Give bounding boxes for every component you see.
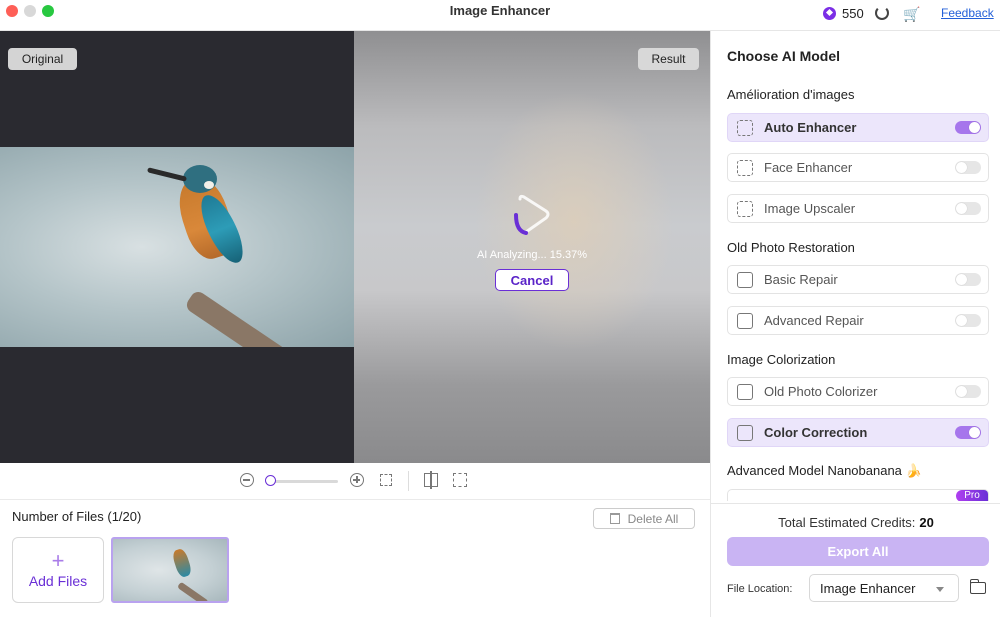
zoom-toolbar <box>0 463 710 500</box>
model-image-upscaler[interactable]: Image Upscaler <box>727 194 989 223</box>
model-label: Advanced Repair <box>764 313 864 328</box>
ai-analyzing-status: AI Analyzing... 15.37% <box>476 249 588 261</box>
credits-gem-icon <box>823 7 836 20</box>
result-label-button[interactable]: Result <box>638 48 699 70</box>
model-face-enhancer[interactable]: Face Enhancer <box>727 153 989 182</box>
zoom-in-icon[interactable] <box>350 473 364 487</box>
model-label: Face Enhancer <box>764 160 853 175</box>
chevron-down-icon <box>936 587 944 592</box>
model-old-photo-colorizer[interactable]: Old Photo Colorizer <box>727 377 989 406</box>
toggle-image-upscaler[interactable] <box>955 202 981 215</box>
toolbar-divider <box>408 471 409 491</box>
face-icon <box>737 159 753 176</box>
result-pane: Result AI Analyzing... 15.37% Cancel <box>354 31 710 463</box>
toggle-face-enhancer[interactable] <box>955 161 981 174</box>
branch-shape <box>183 288 313 347</box>
model-label: Auto Enhancer <box>764 120 857 135</box>
add-files-label: Add Files <box>28 572 88 589</box>
plus-icon: + <box>51 547 65 573</box>
estimated-credits: Total Estimated Credits: 20 <box>711 515 1000 530</box>
credits-display: 550 <box>823 6 864 21</box>
section-title-enhancement: Amélioration d'images <box>727 87 855 102</box>
section-title-restoration: Old Photo Restoration <box>727 240 855 255</box>
delete-all-button[interactable]: Delete All <box>593 508 695 529</box>
panel-footer: Total Estimated Credits: 20 Export All Fi… <box>711 503 1000 617</box>
zoom-slider-thumb[interactable] <box>265 475 276 486</box>
preview-area: Original Result AI Analyzing... 15.37% C… <box>0 31 710 463</box>
panel-title: Choose AI Model <box>727 48 841 64</box>
model-panel: Choose AI Model Amélioration d'images Au… <box>710 31 1000 617</box>
feedback-link[interactable]: Feedback <box>941 6 994 20</box>
split-view-icon[interactable] <box>424 471 438 489</box>
original-label-button[interactable]: Original <box>8 48 77 70</box>
toggle-basic-repair[interactable] <box>955 273 981 286</box>
thumbnail-bird-shape <box>171 547 193 579</box>
folder-icon[interactable] <box>969 579 986 594</box>
export-all-button[interactable]: Export All <box>727 537 989 566</box>
original-pane: Original <box>0 31 354 463</box>
bird-head-shape <box>183 165 217 193</box>
ai-loading-icon <box>514 194 550 235</box>
model-auto-enhancer[interactable]: Auto Enhancer <box>727 113 989 142</box>
file-location-value: Image Enhancer <box>820 580 916 596</box>
bird-cheek-shape <box>204 181 214 189</box>
credits-value: 20 <box>919 515 934 530</box>
model-color-correction[interactable]: Color Correction <box>727 418 989 447</box>
toggle-old-photo-colorizer[interactable] <box>955 385 981 398</box>
result-blur-glow <box>474 91 674 351</box>
auto-enhance-icon <box>737 119 753 136</box>
toggle-auto-enhancer[interactable] <box>955 121 981 134</box>
model-peek-row[interactable]: Pro <box>727 489 989 501</box>
title-bar: Image Enhancer 550 🛒 Feedback <box>0 0 1000 31</box>
section-title-nanobanana: Advanced Model Nanobanana 🍌 <box>727 463 922 478</box>
model-basic-repair[interactable]: Basic Repair <box>727 265 989 294</box>
refresh-icon[interactable] <box>875 6 889 20</box>
advanced-repair-icon <box>737 312 753 329</box>
delete-all-label: Delete All <box>627 511 679 526</box>
cart-icon[interactable]: 🛒 <box>903 6 920 23</box>
file-thumbnail[interactable] <box>111 537 229 603</box>
colorizer-icon <box>737 383 753 400</box>
color-correction-icon <box>737 424 753 441</box>
model-label: Image Upscaler <box>764 201 856 216</box>
model-advanced-repair[interactable]: Advanced Repair <box>727 306 989 335</box>
original-photo <box>0 147 354 347</box>
basic-repair-icon <box>737 271 753 288</box>
add-files-button[interactable]: + Add Files <box>12 537 104 603</box>
model-label: Old Photo Colorizer <box>764 384 878 399</box>
zoom-out-icon[interactable] <box>240 473 254 487</box>
model-label: Basic Repair <box>764 272 838 287</box>
file-location-label: File Location: <box>727 583 793 595</box>
file-location-select[interactable]: Image Enhancer <box>809 574 959 602</box>
file-count-label: Number of Files (1/20) <box>12 509 142 524</box>
credits-count: 550 <box>842 6 864 21</box>
bird-beak-shape <box>146 167 188 182</box>
section-title-colorization: Image Colorization <box>727 352 836 367</box>
thumbnail-branch-shape <box>176 581 209 601</box>
cancel-button[interactable]: Cancel <box>495 269 569 291</box>
credits-label: Total Estimated Credits: <box>778 515 916 530</box>
toggle-advanced-repair[interactable] <box>955 314 981 327</box>
side-by-side-icon[interactable] <box>453 473 467 487</box>
pro-badge: Pro <box>956 490 988 501</box>
zoom-slider-track[interactable] <box>270 480 338 483</box>
fit-screen-icon[interactable] <box>380 474 392 486</box>
trash-icon <box>609 513 620 524</box>
upscale-icon <box>737 200 753 217</box>
model-label: Color Correction <box>764 425 868 440</box>
toggle-color-correction[interactable] <box>955 426 981 439</box>
